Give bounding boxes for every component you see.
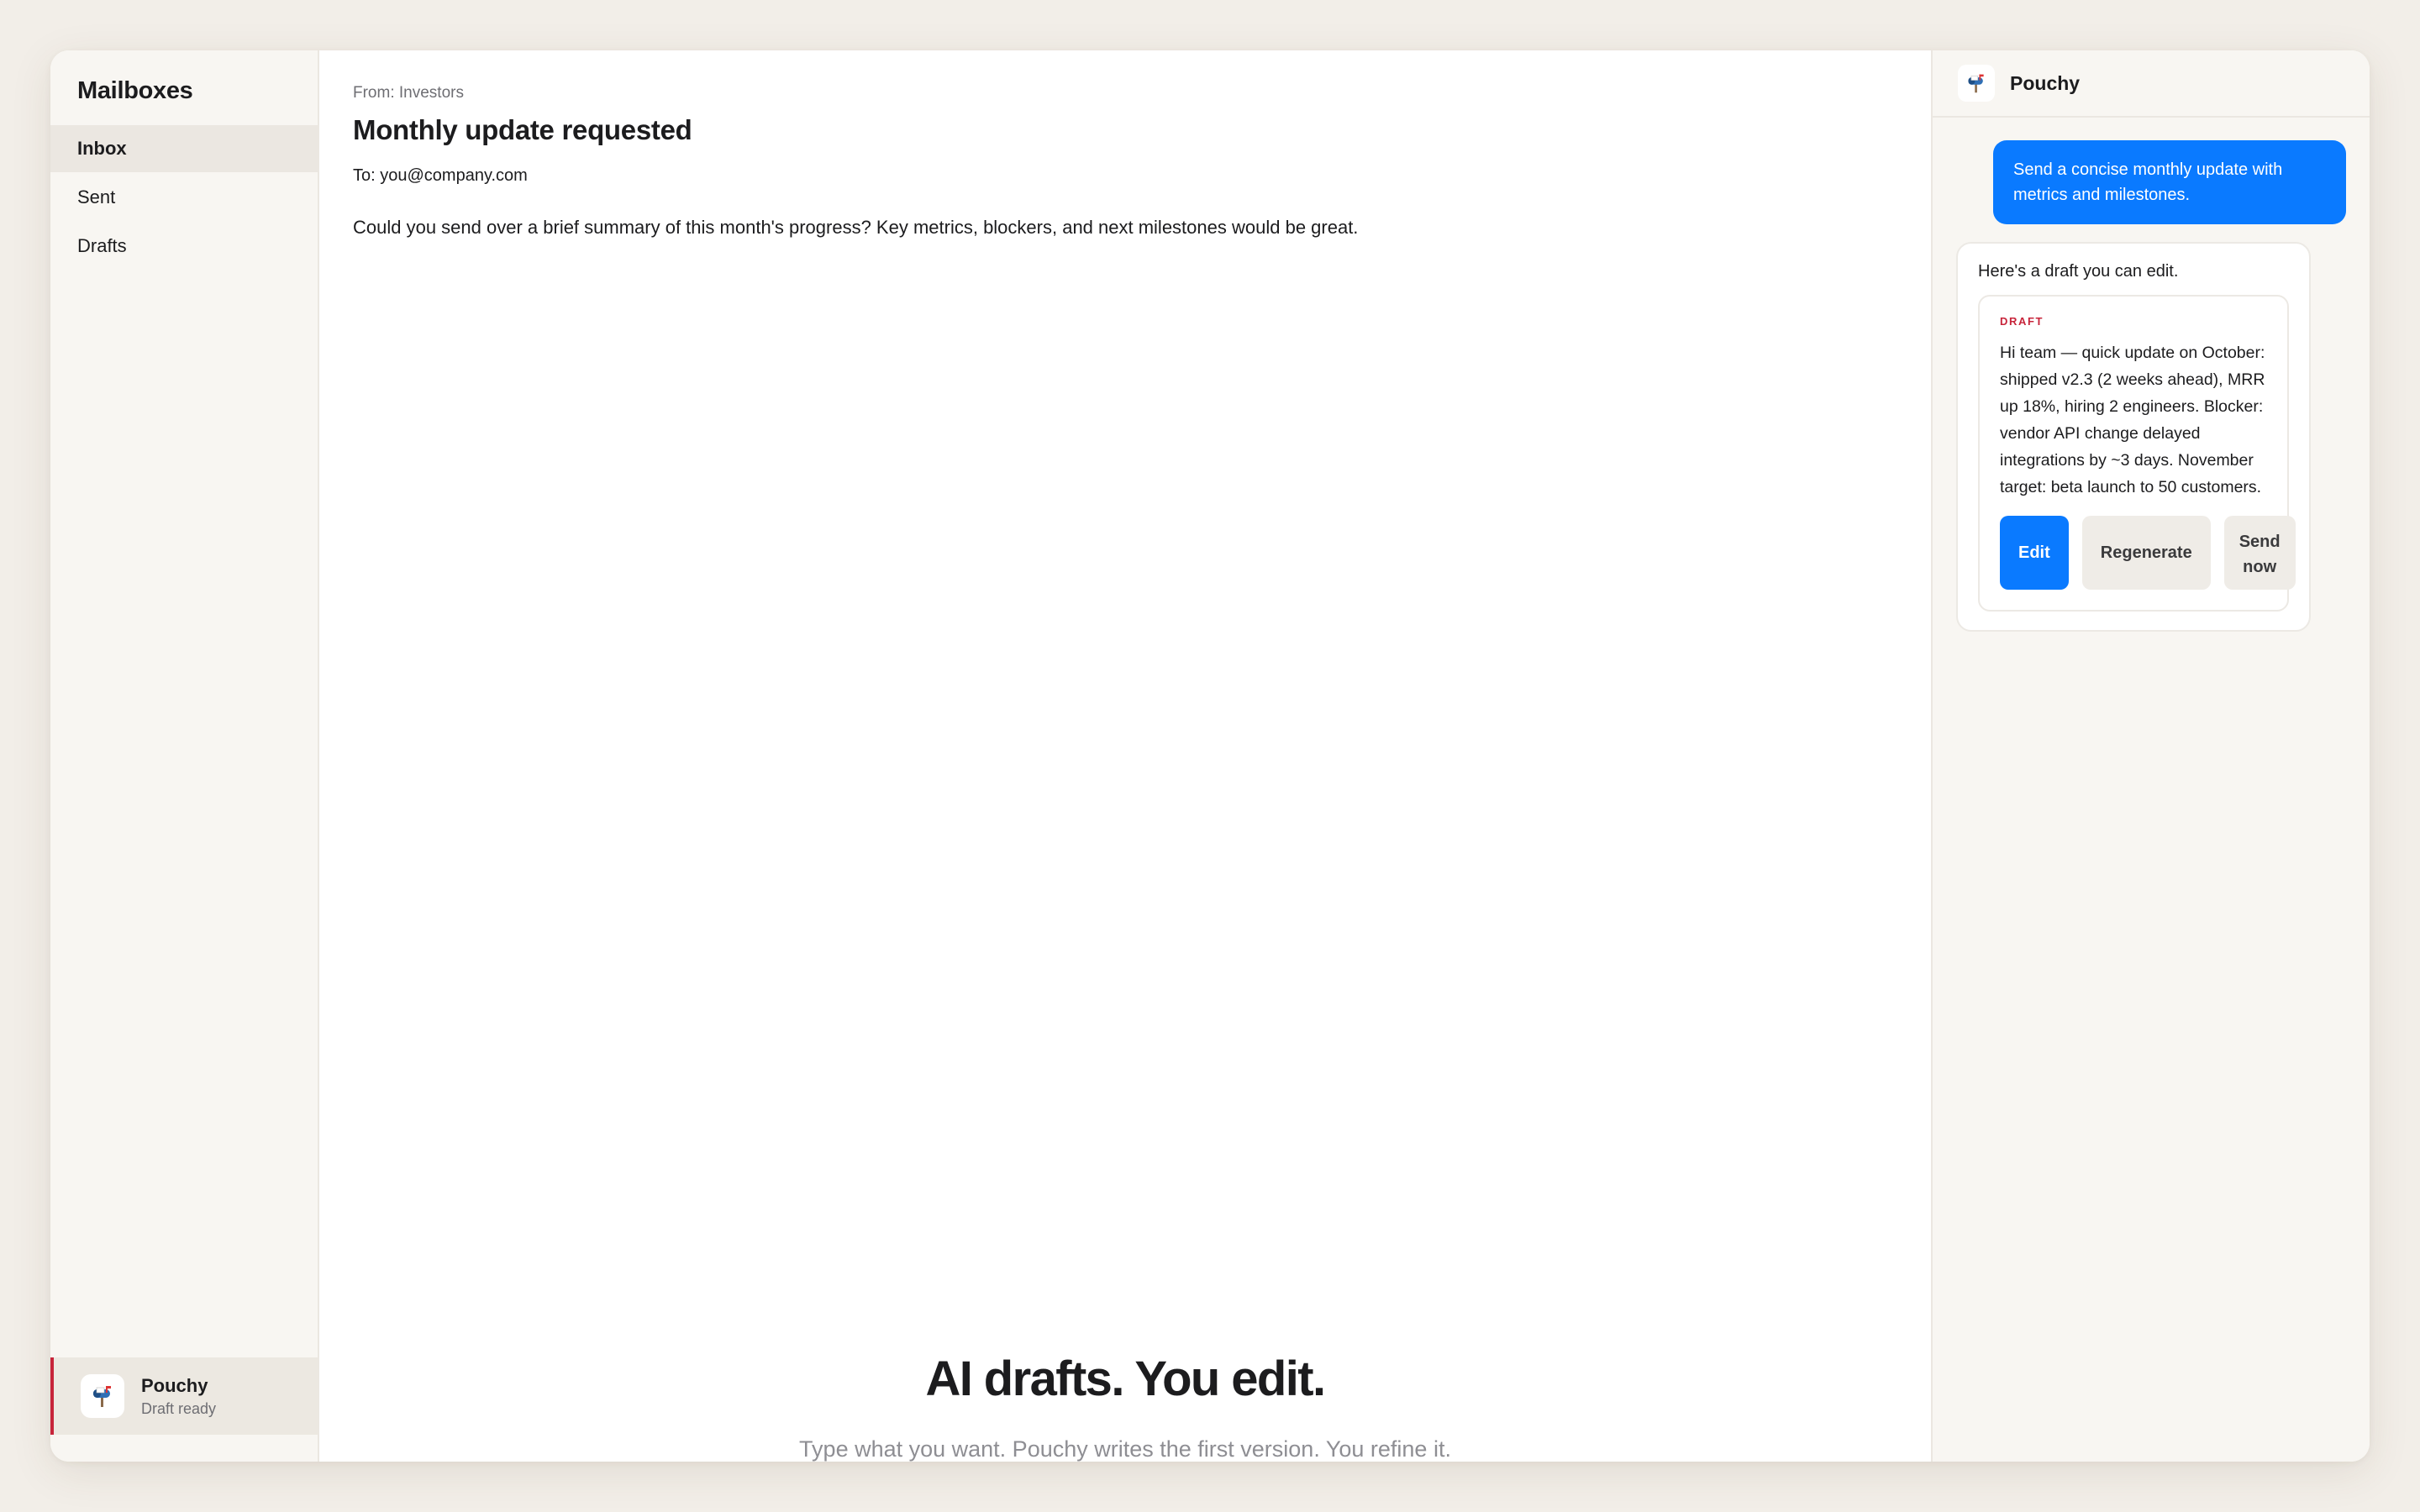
edit-button[interactable]: Edit: [2000, 516, 2069, 590]
assistant-name: Pouchy: [141, 1374, 208, 1396]
email-from: From: Investors: [353, 84, 464, 102]
email-subject: Monthly update requested: [353, 114, 692, 145]
panel-title: Pouchy: [2010, 71, 2081, 94]
draft-label: DRAFT: [2000, 315, 2044, 328]
hero-subtitle: Type what you want. Pouchy writes the fi…: [799, 1436, 1451, 1462]
sidebar: Mailboxes Inbox Sent Drafts Pouchy Draft…: [50, 50, 319, 1462]
assistant-status: Draft ready: [141, 1399, 217, 1417]
email-view: From: Investors Monthly update requested…: [319, 50, 1933, 1462]
draft-actions: Edit Regenerate Send now: [2000, 516, 2296, 590]
send-now-button[interactable]: Send now: [2223, 516, 2296, 590]
assistant-panel: Pouchy Send a concise monthly update wit…: [1933, 50, 2370, 1462]
user-message-bubble: Send a concise monthly update with metri…: [1993, 140, 2346, 224]
sidebar-title: Mailboxes: [77, 77, 193, 104]
mailbox-list: Inbox Sent Drafts: [50, 125, 318, 271]
assistant-status-card[interactable]: Pouchy Draft ready: [50, 1357, 318, 1435]
email-body: Could you send over a brief summary of t…: [353, 217, 1359, 238]
email-to: To: you@company.com: [353, 166, 528, 185]
hero-title: AI drafts. You edit.: [925, 1352, 1326, 1406]
sidebar-item-sent[interactable]: Sent: [50, 174, 318, 221]
mailbox-icon: [81, 1374, 124, 1418]
assistant-message-bubble: Here's a draft you can edit. DRAFT Hi te…: [1956, 242, 2311, 632]
sidebar-item-inbox[interactable]: Inbox: [50, 125, 318, 172]
panel-header: Pouchy: [1933, 50, 2370, 118]
assistant-intro-text: Here's a draft you can edit.: [1978, 262, 2179, 281]
regenerate-button[interactable]: Regenerate: [2081, 516, 2211, 590]
app-window: Mailboxes Inbox Sent Drafts Pouchy Draft…: [50, 50, 2370, 1462]
sidebar-item-drafts[interactable]: Drafts: [50, 223, 318, 270]
draft-card: DRAFT Hi team — quick update on October:…: [1978, 295, 2296, 612]
draft-text: Hi team — quick update on October: shipp…: [2000, 344, 2265, 496]
mailbox-icon: [1958, 65, 1995, 102]
